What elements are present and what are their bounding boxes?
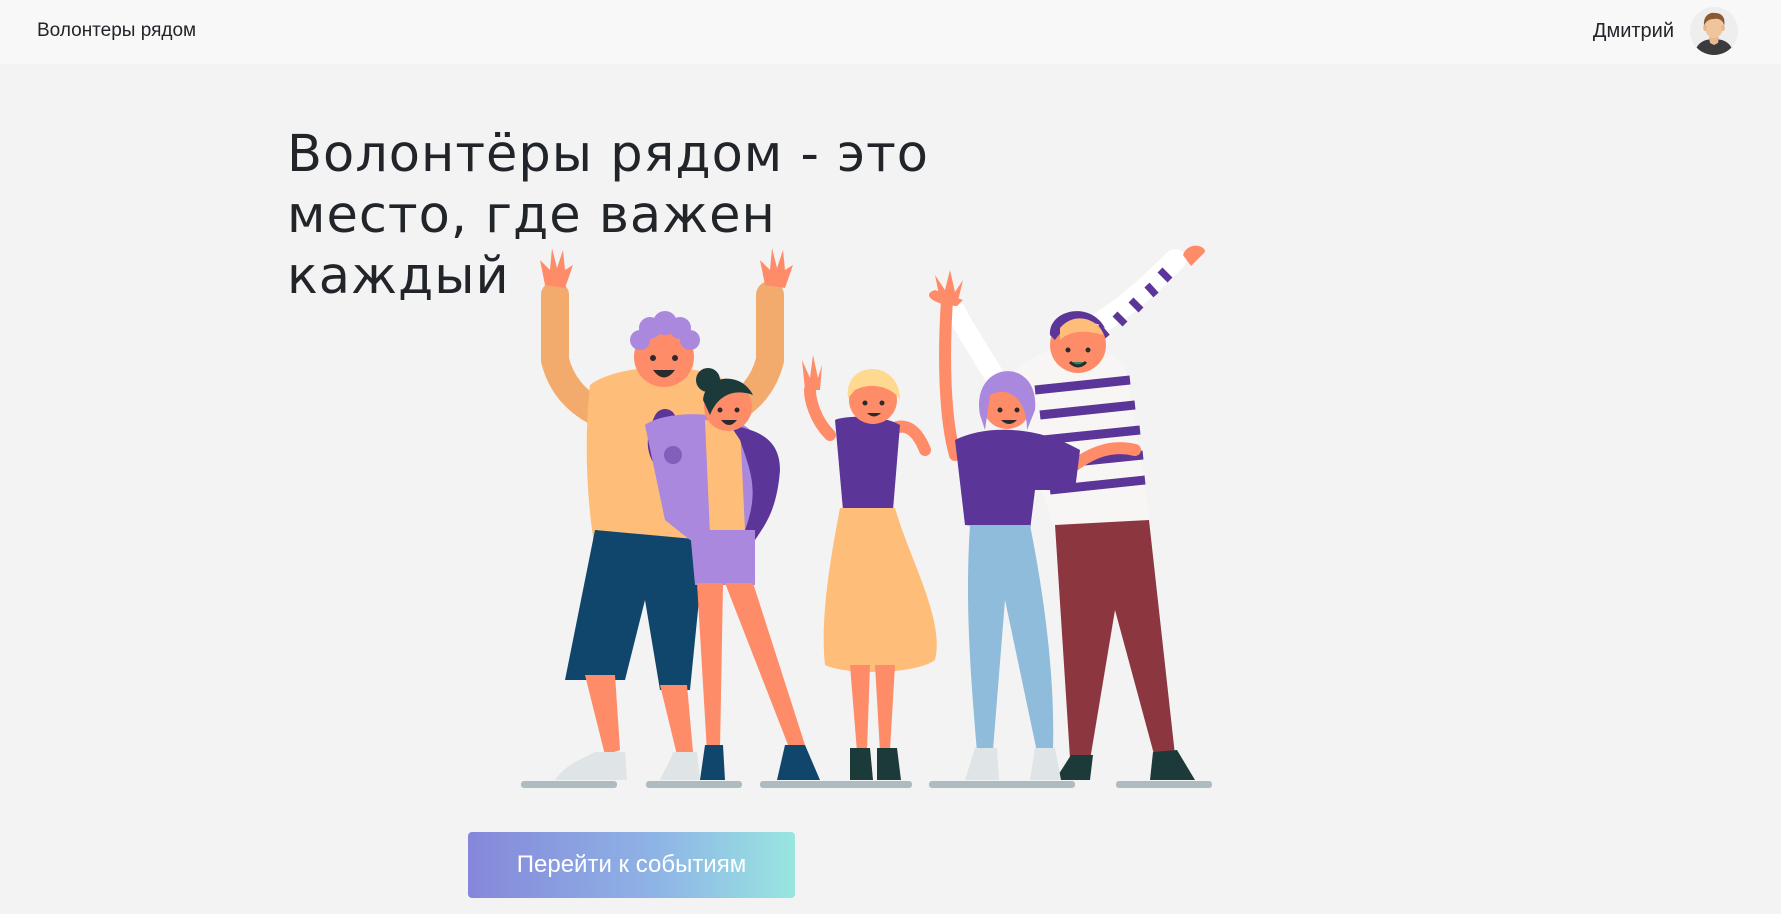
go-to-events-button[interactable]: Перейти к событиям bbox=[468, 832, 795, 898]
brand-link[interactable]: Волонтеры рядом bbox=[37, 20, 196, 42]
user-name-link[interactable]: Дмитрий bbox=[1593, 20, 1674, 43]
user-avatar-icon[interactable] bbox=[1690, 7, 1738, 55]
top-navbar: Волонтеры рядом Дмитрий bbox=[0, 0, 1781, 64]
volunteers-group-illustration bbox=[515, 240, 1230, 795]
person-yellow-skirt bbox=[802, 355, 937, 780]
